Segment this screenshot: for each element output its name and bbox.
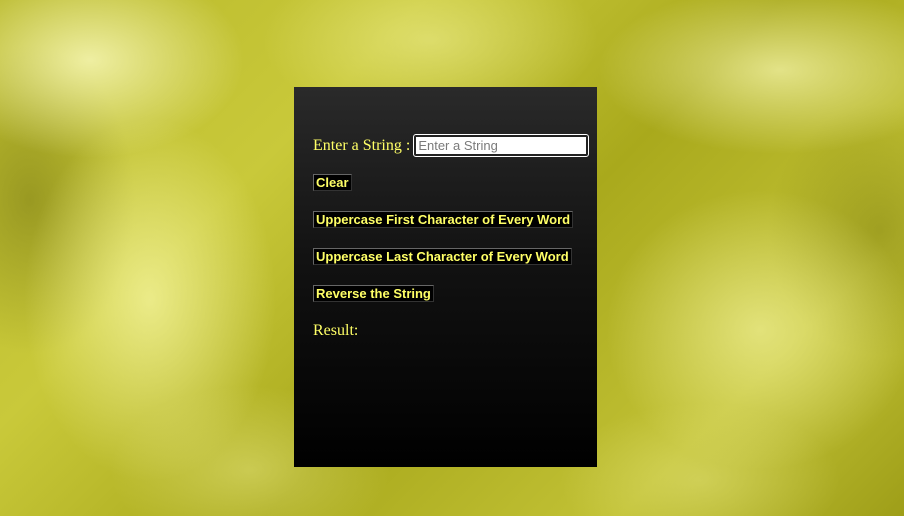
uppercase-last-character-button[interactable]: Uppercase Last Character of Every Word — [313, 248, 572, 265]
reverse-string-button[interactable]: Reverse the String — [313, 285, 434, 302]
result-label: Result: — [313, 322, 359, 339]
string-input-row: Enter a String : — [313, 134, 590, 157]
string-input[interactable] — [413, 134, 590, 157]
string-tools-panel: Enter a String : Clear Uppercase First C… — [294, 87, 597, 467]
uppercase-first-character-button[interactable]: Uppercase First Character of Every Word — [313, 211, 574, 228]
string-input-label: Enter a String : — [313, 136, 411, 154]
clear-button[interactable]: Clear — [313, 174, 352, 191]
result-row: Result: — [313, 322, 358, 340]
